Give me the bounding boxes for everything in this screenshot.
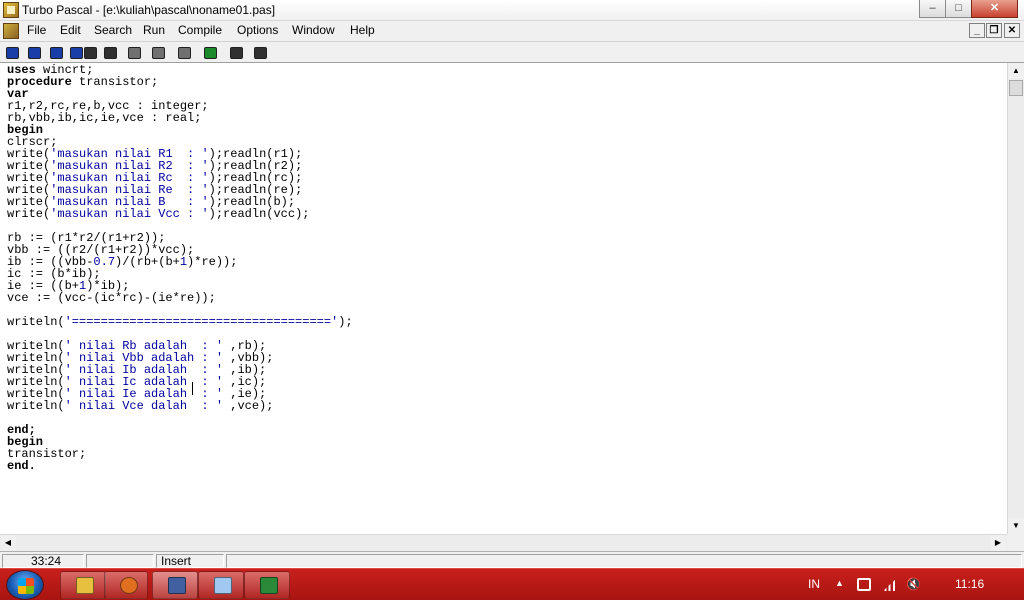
title-bar: Turbo Pascal - [e:\kuliah\pascal\noname0… [0, 0, 1024, 21]
volume-muted-icon[interactable]: 🔇 [906, 578, 921, 591]
turbo-pascal-app-icon[interactable] [3, 2, 19, 18]
string-token: ' nilai Vce dalah : ' [64, 399, 224, 413]
notepad-icon [214, 577, 232, 594]
menu-run[interactable]: Run [143, 23, 165, 37]
show-hidden-icons-icon[interactable]: ▲ [835, 578, 849, 591]
menu-options[interactable]: Options [237, 23, 278, 37]
start-button[interactable] [6, 570, 44, 600]
menu-bar: File Edit Search Run Compile Options Win… [0, 21, 1024, 41]
step-over-icon [152, 47, 165, 59]
code-line[interactable]: writeln('===============================… [7, 316, 353, 328]
menu-search[interactable]: Search [94, 23, 132, 37]
menu-file[interactable]: File [27, 23, 46, 37]
find-again-icon [104, 47, 117, 59]
vertical-scroll-thumb[interactable] [1009, 80, 1023, 96]
document-system-menu-icon[interactable] [3, 23, 19, 39]
string-token: 1 [179, 255, 188, 269]
find-icon [84, 47, 97, 59]
cursor-position: 33:24 [2, 554, 84, 568]
status-message [226, 554, 1022, 568]
string-token: 'masukan nilai Vcc : ' [50, 207, 209, 221]
windows-taskbar: IN ▲ 🔇 11:16 [0, 568, 1024, 600]
compile-icon [230, 47, 243, 59]
taskbar-notepad-button[interactable] [198, 571, 244, 599]
code-line[interactable]: vce := (vcc-(ic*rc)-(ie*re)); [7, 292, 216, 304]
run-button[interactable] [124, 44, 144, 62]
scroll-right-arrow-icon[interactable]: ▶ [990, 535, 1006, 551]
code-token: write( [7, 207, 51, 221]
taskbar-excel-button[interactable] [244, 571, 290, 599]
vertical-scrollbar[interactable]: ▲ ▼ [1007, 63, 1024, 534]
code-line[interactable]: write('masukan nilai Vcc : ');readln(vcc… [7, 208, 309, 220]
window-title: Turbo Pascal - [e:\kuliah\pascal\noname0… [22, 3, 276, 17]
toolbar [0, 41, 1024, 63]
code-line[interactable]: writeln(' nilai Vce dalah : ' ,vce); [7, 400, 273, 412]
scroll-left-arrow-icon[interactable]: ◀ [0, 535, 16, 551]
keyword-token: end. [7, 459, 36, 473]
scroll-down-arrow-icon[interactable]: ▼ [1008, 518, 1024, 534]
taskbar-file-explorer-button[interactable] [60, 571, 106, 599]
undo-icon [204, 47, 217, 59]
make-icon [254, 47, 267, 59]
menu-help[interactable]: Help [350, 23, 375, 37]
text-cursor [192, 382, 193, 395]
taskbar-firefox-button[interactable] [104, 571, 148, 599]
maximize-button[interactable]: □ [945, 0, 972, 18]
minimize-button[interactable]: – [919, 0, 946, 18]
string-token: '====================================' [64, 315, 339, 329]
modified-indicator [86, 554, 154, 568]
network-icon[interactable] [883, 578, 897, 591]
make-button[interactable] [250, 44, 270, 62]
scrollbar-corner [1007, 534, 1024, 551]
code-line[interactable]: procedure transistor; [7, 76, 158, 88]
insert-mode-indicator: Insert [156, 554, 224, 568]
trace-into-icon [178, 47, 191, 59]
help-icon [6, 47, 19, 59]
document-minimize-button[interactable]: _ [969, 23, 985, 38]
scroll-up-arrow-icon[interactable]: ▲ [1008, 63, 1024, 79]
find-again-button[interactable] [100, 44, 120, 62]
file-explorer-icon [76, 577, 94, 594]
code-token: transistor; [71, 75, 159, 89]
close-button[interactable]: ✕ [971, 0, 1018, 18]
status-bar: 33:24 Insert [0, 551, 1024, 568]
save-icon [50, 47, 63, 59]
find-button[interactable] [80, 44, 100, 62]
horizontal-scrollbar[interactable]: ◀ ▶ [0, 534, 1007, 551]
code-editor[interactable]: uses wincrt; procedure transistor; var r1,r… [0, 63, 1007, 534]
code-token: )*re)); [187, 255, 238, 269]
code-line[interactable]: end. [7, 460, 36, 472]
open-file-icon [28, 47, 41, 59]
undo-button[interactable] [200, 44, 220, 62]
code-token: writeln( [7, 315, 65, 329]
code-token: writeln( [7, 399, 65, 413]
code-token: )/(rb+(b+ [115, 255, 180, 269]
menu-compile[interactable]: Compile [178, 23, 222, 37]
clock[interactable]: 11:16 [955, 577, 984, 591]
firefox-icon [120, 577, 138, 594]
step-over-button[interactable] [148, 44, 168, 62]
trace-into-button[interactable] [174, 44, 194, 62]
language-indicator[interactable]: IN [808, 577, 820, 591]
save-button[interactable] [46, 44, 66, 62]
compile-button[interactable] [226, 44, 246, 62]
document-restore-button[interactable]: ❐ [986, 23, 1002, 38]
run-icon [128, 47, 141, 59]
windows-logo-icon [18, 578, 34, 594]
code-token: ); [338, 315, 353, 329]
menu-window[interactable]: Window [292, 23, 335, 37]
code-token: ,vce); [223, 399, 274, 413]
code-token: );readln(vcc); [208, 207, 310, 221]
excel-icon [260, 577, 278, 594]
document-close-button[interactable]: ✕ [1004, 23, 1020, 38]
code-token: vce := (vcc-(ic*rc)-(ie*re)); [7, 291, 216, 305]
action-center-icon[interactable] [857, 578, 871, 591]
help-button[interactable] [2, 44, 22, 62]
turbo-pascal-icon [168, 577, 186, 594]
open-file-button[interactable] [24, 44, 44, 62]
menu-edit[interactable]: Edit [60, 23, 81, 37]
taskbar-turbo-pascal-button[interactable] [152, 571, 198, 599]
